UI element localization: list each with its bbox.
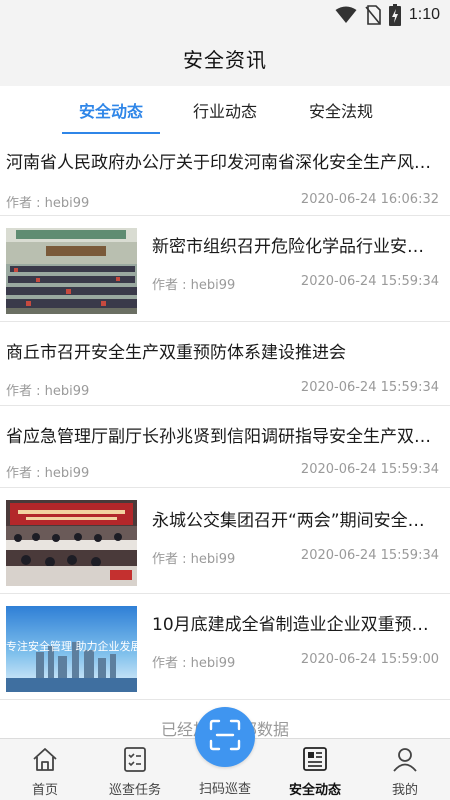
news-title: 10月底建成全省制造业企业双重预防体系 [152, 615, 440, 635]
news-thumbnail [6, 228, 137, 314]
nav-label: 安全动态 [288, 783, 341, 798]
news-icon [301, 745, 329, 773]
news-item[interactable]: 河南省人民政府办公厅关于印发河南省深化安全生产风险管控 作者 : hebi99 … [0, 134, 450, 216]
news-meta: 作者 : hebi99 2020-06-24 15:59:34 [6, 380, 439, 399]
nav-label: 首页 [31, 783, 58, 798]
news-date: 2020-06-24 16:06:32 [300, 192, 439, 207]
news-item[interactable]: 省应急管理厅副厅长孙兆贤到信阳调研指导安全生产双重预防 作者 : hebi99 … [0, 406, 450, 488]
news-date: 2020-06-24 15:59:00 [300, 652, 439, 667]
scan-button[interactable] [195, 707, 255, 767]
news-date: 2020-06-24 15:59:34 [300, 274, 439, 289]
tab-safety-regulations[interactable]: 安全法规 [292, 86, 390, 134]
news-meta: 作者 : hebi99 2020-06-24 15:59:00 [152, 652, 439, 671]
page-title: 安全资讯 [183, 47, 267, 72]
news-meta: 作者 : hebi99 2020-06-24 16:06:32 [6, 192, 439, 211]
home-icon [31, 745, 59, 773]
status-bar: 1:10 [0, 0, 450, 30]
user-icon [391, 745, 419, 773]
news-meta: 作者 : hebi99 2020-06-24 15:59:34 [152, 548, 439, 567]
news-author: 作者 : hebi99 [152, 552, 236, 567]
news-item[interactable]: 新密市组织召开危险化学品行业安全风险排查会议 作者 : hebi99 2020-… [0, 216, 450, 322]
nav-label: 巡查任务 [108, 783, 161, 798]
nav-label: 扫码巡查 [198, 782, 251, 797]
nav-safety-news[interactable]: 安全动态 [270, 745, 360, 798]
nav-label: 我的 [391, 783, 418, 798]
news-author: 作者 : hebi99 [6, 196, 90, 211]
banner-slogan: 专注安全管理 助力企业发展 [6, 640, 137, 653]
tab-safety-news[interactable]: 安全动态 [62, 86, 160, 134]
news-title: 河南省人民政府办公厅关于印发河南省深化安全生产风险管控 [6, 153, 442, 173]
news-author: 作者 : hebi99 [6, 384, 90, 399]
news-item[interactable]: 专注安全管理 助力企业发展 10月底建成全省制造业企业双重预防体系 作者 : h… [0, 594, 450, 700]
nav-inspection-tasks[interactable]: 巡查任务 [90, 745, 180, 798]
news-author: 作者 : hebi99 [6, 466, 90, 481]
news-meta: 作者 : hebi99 2020-06-24 15:59:34 [152, 274, 439, 293]
news-thumbnail: 专注安全管理 助力企业发展 [6, 606, 137, 692]
news-meta: 作者 : hebi99 2020-06-24 15:59:34 [6, 462, 439, 481]
news-title: 新密市组织召开危险化学品行业安全风险排查会议 [152, 237, 440, 257]
nav-home[interactable]: 首页 [0, 745, 90, 798]
news-author: 作者 : hebi99 [152, 278, 236, 293]
no-sim-icon [365, 5, 381, 25]
news-title: 省应急管理厅副厅长孙兆贤到信阳调研指导安全生产双重预防 [6, 427, 442, 447]
news-title: 商丘市召开安全生产双重预防体系建设推进会 [6, 343, 346, 363]
status-icons: 1:10 [335, 4, 440, 26]
news-date: 2020-06-24 15:59:34 [300, 462, 439, 477]
news-date: 2020-06-24 15:59:34 [300, 380, 439, 395]
status-time: 1:10 [408, 6, 440, 23]
tab-industry-news[interactable]: 行业动态 [176, 86, 274, 134]
news-item[interactable]: 永城公交集团召开“两会”期间安全生产工作会议 作者 : hebi99 2020-… [0, 488, 450, 594]
battery-charging-icon [388, 4, 401, 26]
checklist-icon [121, 745, 149, 773]
app-header: 安全资讯 [0, 30, 450, 86]
news-author: 作者 : hebi99 [152, 656, 236, 671]
news-title: 永城公交集团召开“两会”期间安全生产工作会议 [152, 511, 440, 531]
nav-profile[interactable]: 我的 [360, 745, 450, 798]
news-item[interactable]: 商丘市召开安全生产双重预防体系建设推进会 作者 : hebi99 2020-06… [0, 322, 450, 406]
news-thumbnail [6, 500, 137, 586]
news-date: 2020-06-24 15:59:34 [300, 548, 439, 563]
tab-bar: 安全动态 行业动态 安全法规 [0, 86, 450, 134]
scan-icon [208, 718, 242, 756]
wifi-icon [335, 6, 357, 23]
